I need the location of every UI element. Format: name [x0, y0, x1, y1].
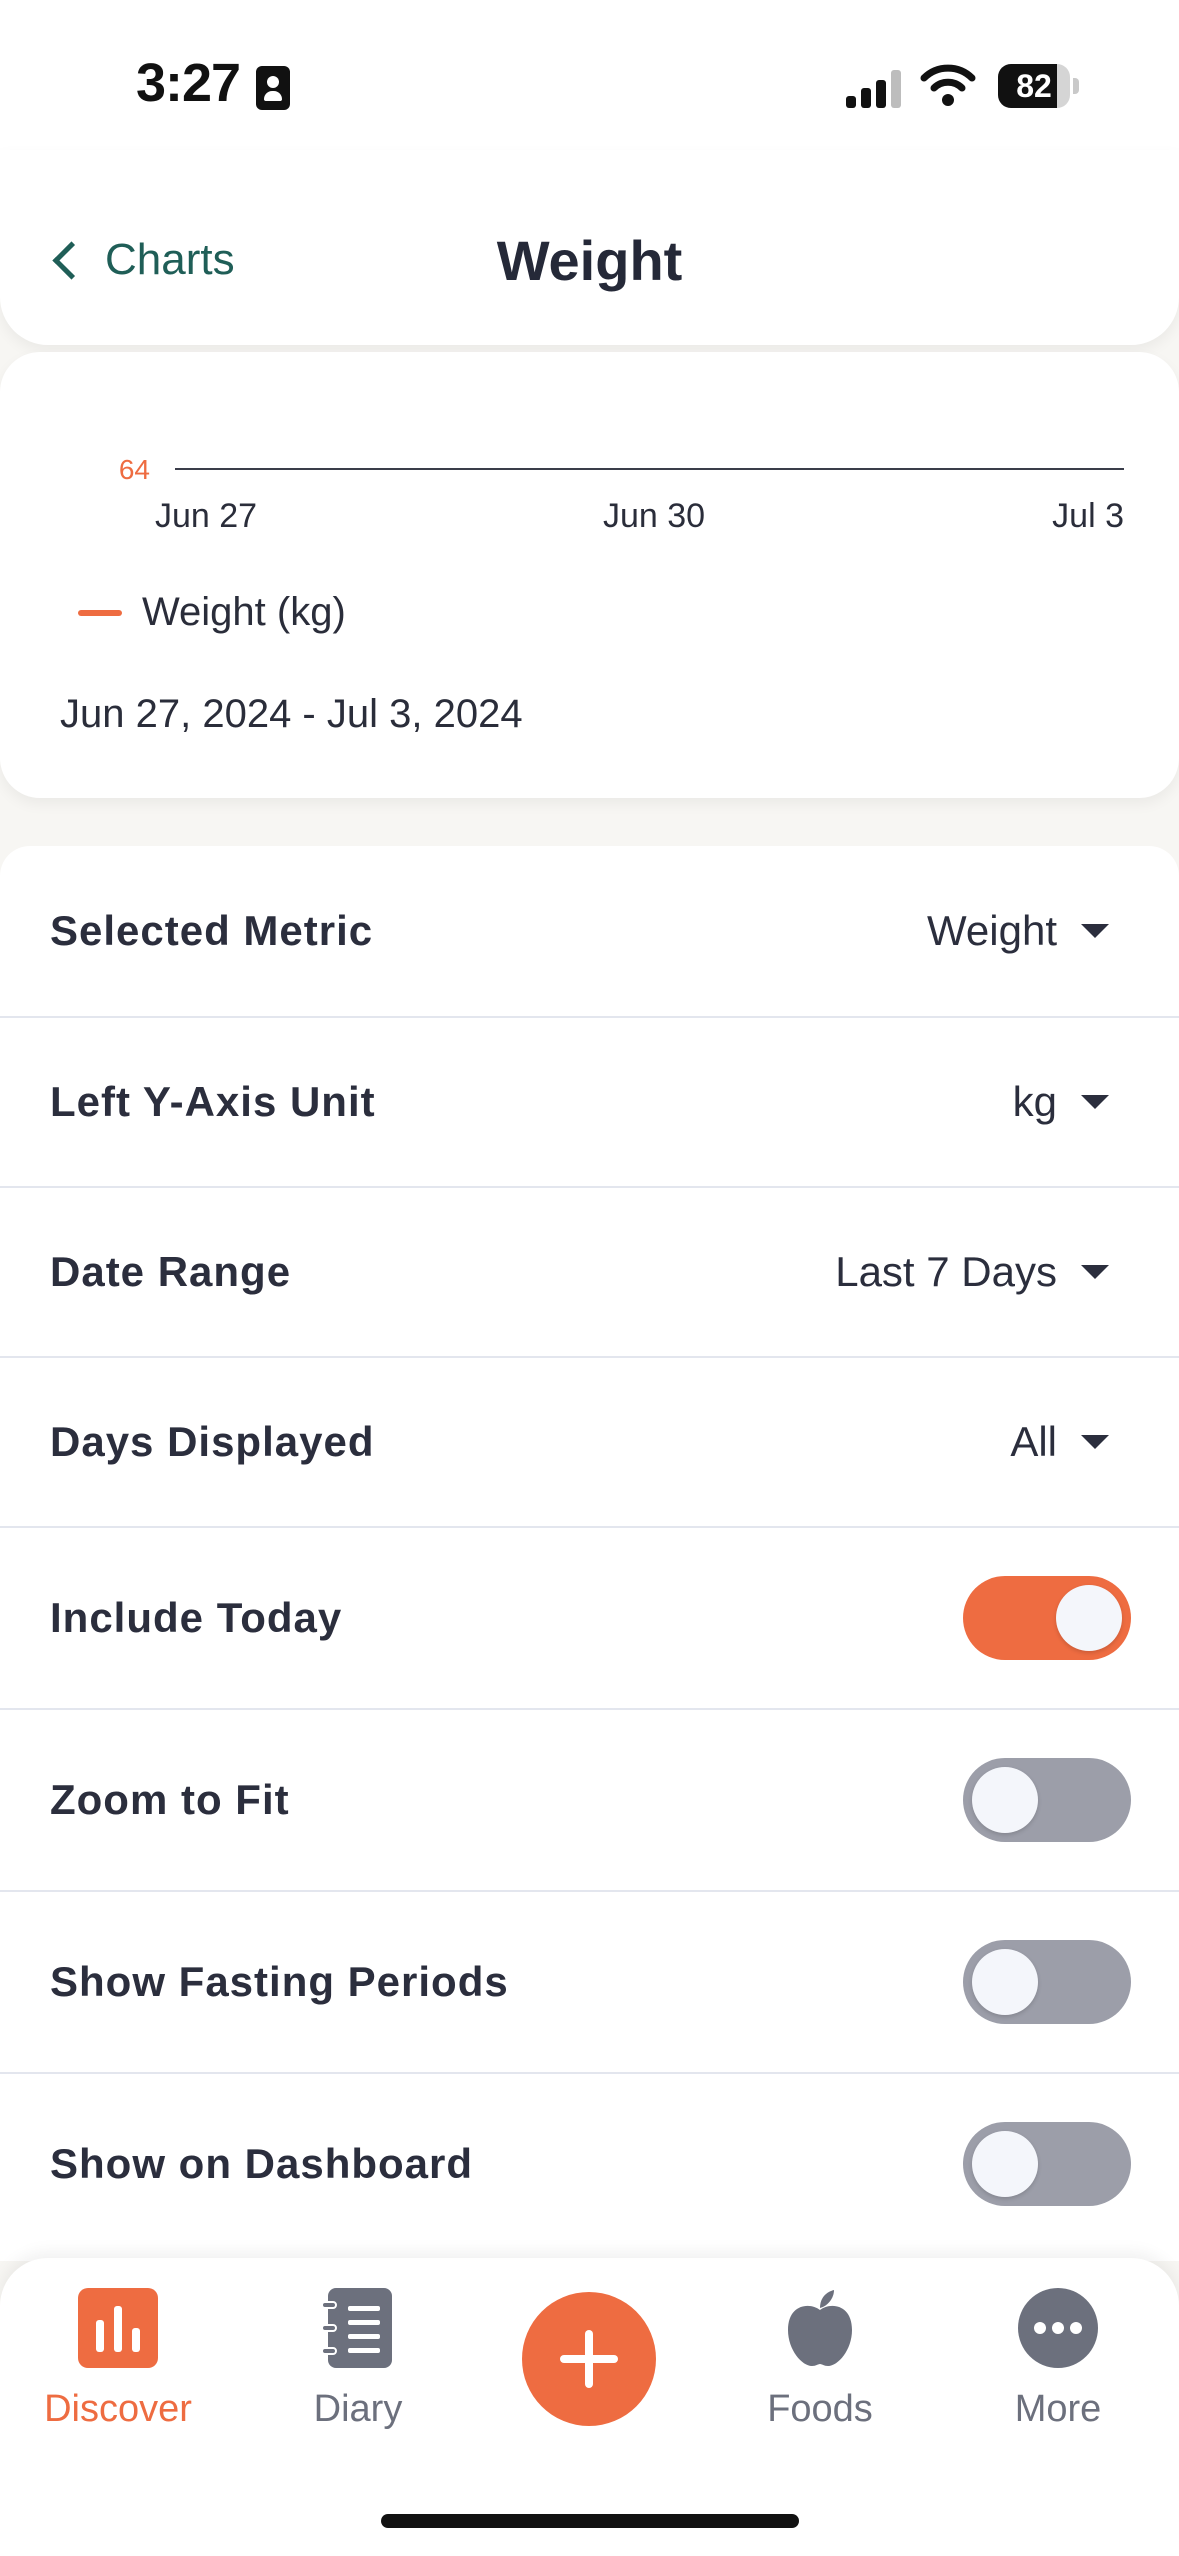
- toggle-knob: [972, 1767, 1038, 1833]
- show-fasting-periods-label: Show Fasting Periods: [50, 1958, 509, 2005]
- x-tick-label: Jul 3: [1052, 497, 1124, 535]
- cellular-signal-icon: [846, 70, 902, 108]
- battery-percentage: 82: [1016, 68, 1052, 104]
- date-range-row: Date Range Last 7 Days: [0, 1188, 1179, 1358]
- bar-chart-icon: [78, 2288, 158, 2368]
- tab-more-label: More: [1014, 2388, 1102, 2430]
- toggle-knob: [972, 1949, 1038, 2015]
- left-y-axis-unit-row: Left Y-Axis Unit kg: [0, 1018, 1179, 1188]
- legend-swatch: [78, 609, 122, 616]
- add-entry-button[interactable]: [522, 2292, 656, 2426]
- days-displayed-row: Days Displayed All: [0, 1358, 1179, 1528]
- include-today-row: Include Today: [0, 1528, 1179, 1710]
- page-title: Weight: [496, 229, 683, 292]
- tab-foods[interactable]: Foods: [720, 2288, 920, 2438]
- selected-metric-row: Selected Metric Weight: [0, 846, 1179, 1018]
- caret-down-icon: [1081, 1435, 1109, 1449]
- status-time: 3:27: [136, 53, 241, 113]
- selected-metric-dropdown[interactable]: Weight: [927, 846, 1109, 1016]
- status-bar: 3:27 82: [0, 0, 1179, 150]
- show-fasting-periods-row: Show Fasting Periods: [0, 1892, 1179, 2074]
- zoom-to-fit-row: Zoom to Fit: [0, 1710, 1179, 1892]
- show-on-dashboard-toggle[interactable]: [963, 2122, 1131, 2206]
- zoom-to-fit-toggle[interactable]: [963, 1758, 1131, 1842]
- date-range-value: Last 7 Days: [835, 1248, 1057, 1295]
- tab-diary[interactable]: Diary: [258, 2288, 458, 2438]
- contact-card-icon: [256, 66, 290, 110]
- show-fasting-periods-toggle[interactable]: [963, 1940, 1131, 2024]
- navigation-header: Charts Weight: [0, 150, 1179, 345]
- left-y-axis-unit-dropdown[interactable]: kg: [1013, 1018, 1109, 1186]
- tab-discover[interactable]: Discover: [18, 2288, 218, 2438]
- x-tick-label: Jun 30: [603, 497, 705, 535]
- caret-down-icon: [1081, 1265, 1109, 1279]
- chart-card: 64 Jun 27 Jun 30 Jul 3 Weight (kg) Jun 2…: [0, 352, 1179, 798]
- selected-metric-value: Weight: [927, 907, 1057, 954]
- notebook-icon: [318, 2288, 398, 2368]
- include-today-label: Include Today: [50, 1594, 343, 1641]
- days-displayed-label: Days Displayed: [50, 1418, 375, 1465]
- days-displayed-value: All: [1010, 1418, 1057, 1465]
- tab-foods-label: Foods: [767, 2388, 873, 2430]
- home-indicator: [381, 2514, 799, 2528]
- toggle-knob: [972, 2131, 1038, 2197]
- tab-discover-label: Discover: [44, 2388, 192, 2430]
- battery-icon: 82: [998, 64, 1082, 110]
- date-range-dropdown[interactable]: Last 7 Days: [835, 1188, 1109, 1356]
- chart-legend: Weight (kg): [78, 590, 346, 635]
- chart-date-range: Jun 27, 2024 - Jul 3, 2024: [60, 692, 523, 736]
- toggle-knob: [1056, 1585, 1122, 1651]
- chart-settings: Selected Metric Weight Left Y-Axis Unit …: [0, 846, 1179, 2261]
- days-displayed-dropdown[interactable]: All: [1010, 1358, 1109, 1526]
- date-range-label: Date Range: [50, 1248, 292, 1295]
- x-tick-label: Jun 27: [155, 497, 257, 535]
- show-on-dashboard-label: Show on Dashboard: [50, 2140, 474, 2187]
- show-on-dashboard-row: Show on Dashboard: [0, 2074, 1179, 2254]
- tab-more[interactable]: More: [958, 2288, 1158, 2438]
- caret-down-icon: [1081, 924, 1109, 938]
- left-y-axis-unit-label: Left Y-Axis Unit: [50, 1078, 376, 1125]
- caret-down-icon: [1081, 1095, 1109, 1109]
- bottom-tab-bar: Discover Diary Foods More: [0, 2258, 1179, 2556]
- left-y-axis-unit-value: kg: [1012, 1078, 1057, 1125]
- apple-icon: [780, 2288, 860, 2368]
- tab-diary-label: Diary: [313, 2388, 403, 2430]
- y-tick-label: 64: [119, 454, 150, 485]
- wifi-icon: [920, 64, 976, 106]
- weight-chart: 64 Jun 27 Jun 30 Jul 3: [119, 454, 1124, 535]
- legend-label: Weight (kg): [142, 590, 346, 634]
- include-today-toggle[interactable]: [963, 1576, 1131, 1660]
- zoom-to-fit-label: Zoom to Fit: [50, 1776, 290, 1823]
- selected-metric-label: Selected Metric: [50, 907, 374, 954]
- ellipsis-icon: [1018, 2288, 1098, 2368]
